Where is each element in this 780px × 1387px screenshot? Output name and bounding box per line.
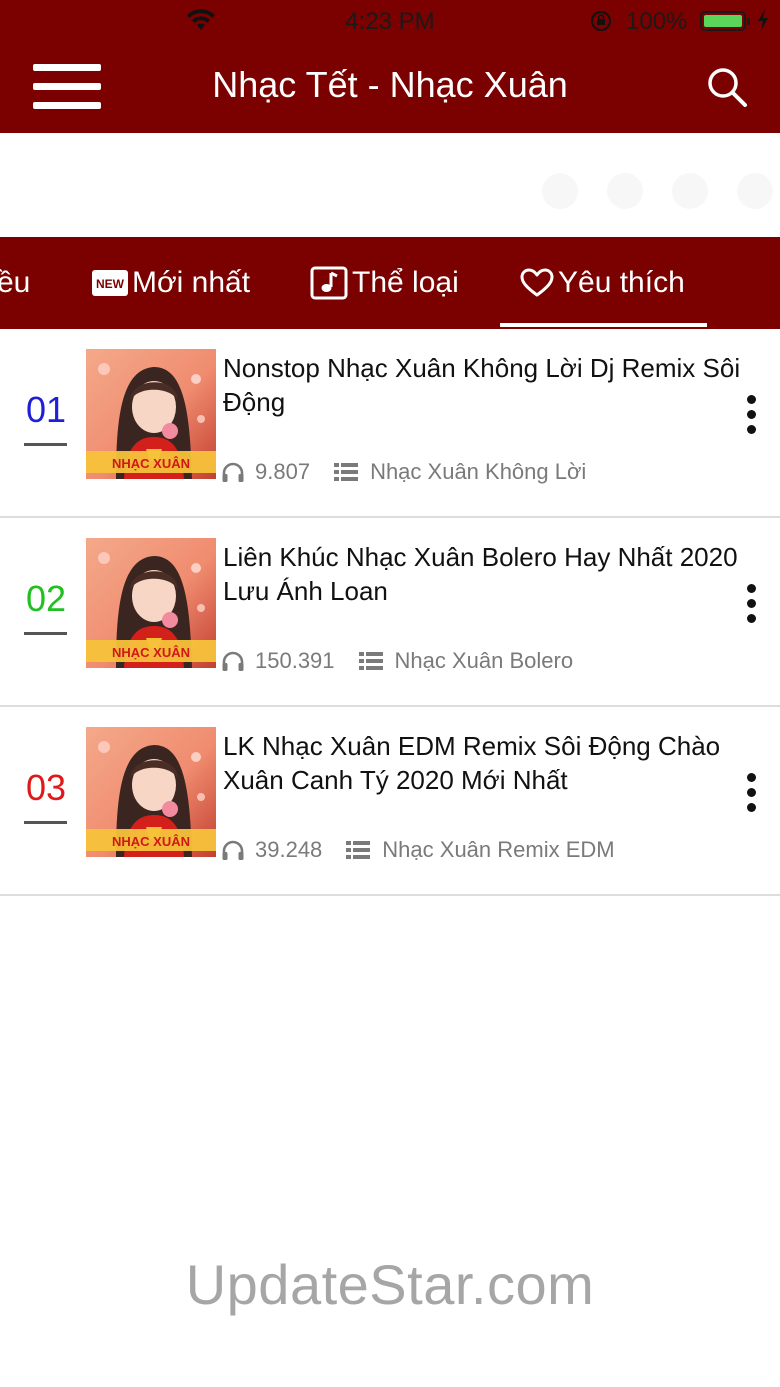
watermark: UpdateStar.com (185, 1253, 595, 1316)
tab-label: Mới nhất (132, 266, 251, 299)
page-title: Nhạc Tết - Nhạc Xuân (212, 64, 568, 105)
song-rank: 01 (25, 389, 67, 430)
selected-tab-indicator (500, 323, 707, 327)
song-rank: 03 (25, 767, 67, 808)
song-category[interactable]: Nhạc Xuân Bolero (395, 648, 574, 674)
app-header: 4:23 PM 100% Nhạc Tết - Nhạc Xuân (0, 0, 780, 133)
heart-icon (520, 268, 554, 297)
tab-label: Yêu thích (558, 266, 685, 299)
thumbnail-art: NHẠC XUÂN (86, 349, 216, 479)
battery-percent: 100% (626, 8, 688, 35)
tab-label: Thể loại (352, 266, 459, 299)
tab-favorites[interactable]: Yêu thích (520, 237, 685, 329)
listen-count: 9.807 (255, 459, 311, 484)
song-category[interactable]: Nhạc Xuân Remix EDM (382, 837, 614, 863)
banner-area (0, 133, 780, 237)
more-options-icon[interactable] (740, 584, 764, 624)
thumbnail-caption: NHẠC XUÂN (112, 456, 190, 471)
song-meta: 39.248 Nhạc Xuân Remix EDM (221, 835, 615, 865)
music-note-icon (310, 266, 348, 300)
status-bar: 4:23 PM 100% (0, 0, 780, 44)
song-meta: 9.807 Nhạc Xuân Không Lời (221, 457, 586, 487)
headphones-icon (222, 651, 244, 671)
thumbnail-art: NHẠC XUÂN (86, 727, 216, 857)
song-title[interactable]: Liên Khúc Nhạc Xuân Bolero Hay Nhất 2020… (223, 540, 753, 608)
tab-newest[interactable]: NEW Mới nhất (92, 237, 250, 329)
headphones-icon (222, 462, 244, 482)
song-list: 01 NHẠC XUÂN Nonstop Nhạc Xuân Không Lời… (0, 329, 780, 896)
more-options-icon[interactable] (740, 395, 764, 435)
rank-underline (24, 821, 67, 824)
thumbnail-art: NHẠC XUÂN (86, 538, 216, 668)
tab-bar: ều NEW Mới nhất Thể loại Yêu thích (0, 237, 780, 329)
orientation-lock-icon (591, 11, 611, 31)
battery-fill (704, 15, 742, 27)
song-meta: 150.391 Nhạc Xuân Bolero (221, 646, 573, 676)
song-rank: 02 (25, 578, 67, 619)
tab-label: ều (0, 266, 31, 299)
song-category[interactable]: Nhạc Xuân Không Lời (370, 459, 586, 485)
listen-count: 39.248 (255, 837, 323, 862)
song-row[interactable]: 02 NHẠC XUÂN Liên Khúc Nhạc Xuân Bolero … (0, 518, 780, 707)
tab-partial[interactable]: ều (0, 237, 30, 329)
song-row[interactable]: 03 NHẠC XUÂN LK Nhạc Xuân EDM Remix Sôi … (0, 707, 780, 896)
new-badge-icon: NEW (92, 270, 128, 296)
song-title[interactable]: Nonstop Nhạc Xuân Không Lời Dj Remix Sôi… (223, 351, 753, 419)
faded-banner-shapes (542, 173, 773, 209)
listen-count: 150.391 (255, 648, 335, 673)
song-thumbnail[interactable]: NHẠC XUÂN (86, 349, 216, 479)
thumbnail-caption: NHẠC XUÂN (112, 645, 190, 660)
search-icon[interactable] (706, 66, 748, 108)
charging-bolt-icon (758, 9, 768, 31)
list-icon (334, 463, 359, 481)
list-icon (358, 652, 383, 670)
rank-underline (24, 443, 67, 446)
song-title[interactable]: LK Nhạc Xuân EDM Remix Sôi Động Chào Xuâ… (223, 729, 753, 797)
headphones-icon (222, 840, 244, 860)
thumbnail-caption: NHẠC XUÂN (112, 834, 190, 849)
song-thumbnail[interactable]: NHẠC XUÂN (86, 538, 216, 668)
battery-icon (700, 11, 750, 31)
song-thumbnail[interactable]: NHẠC XUÂN (86, 727, 216, 857)
new-badge-text: NEW (96, 277, 125, 291)
song-row[interactable]: 01 NHẠC XUÂN Nonstop Nhạc Xuân Không Lời… (0, 329, 780, 518)
rank-underline (24, 632, 67, 635)
list-icon (346, 841, 371, 859)
more-options-icon[interactable] (740, 773, 764, 813)
tab-genre[interactable]: Thể loại (310, 237, 459, 329)
